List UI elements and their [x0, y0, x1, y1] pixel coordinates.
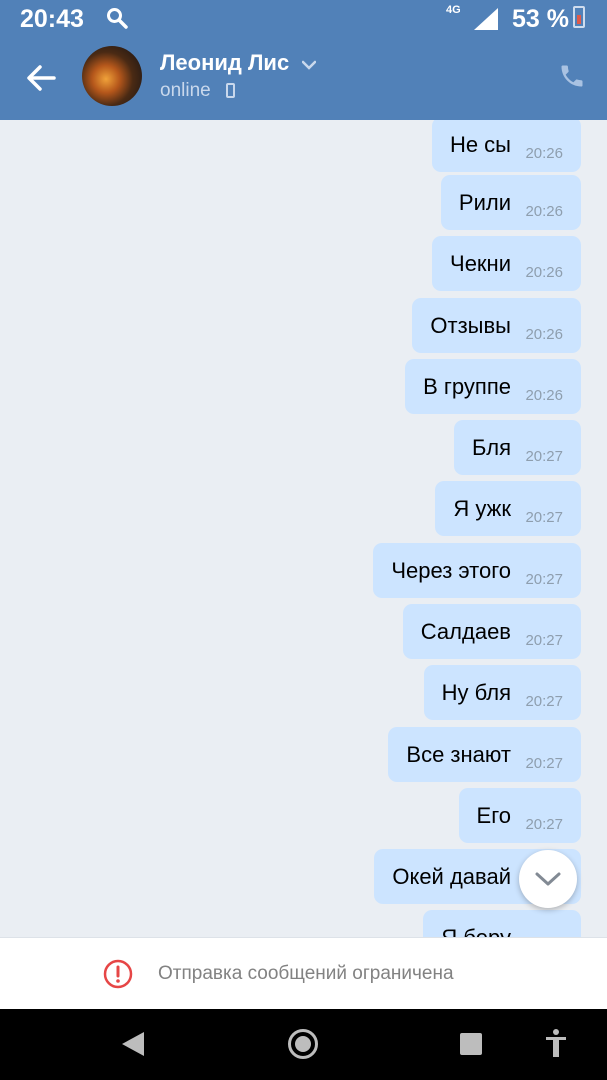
message-text: Все знают [406, 742, 511, 767]
message-text: Отзывы [430, 313, 511, 338]
message-bubble[interactable]: Бля 20:27 [454, 420, 581, 475]
avatar[interactable] [82, 46, 142, 106]
message-text: Через этого [391, 558, 511, 583]
message-bubble[interactable]: Ну бля 20:27 [423, 665, 581, 720]
message-list[interactable]: Не сы 20:26 Рили 20:26 Чекни 20:26 Отзыв… [0, 120, 607, 937]
message-bubble[interactable]: Отзывы 20:26 [412, 298, 581, 353]
message-text: Чекни [450, 251, 511, 276]
message-text: В группе [423, 374, 511, 399]
message-time: 20:26 [525, 387, 563, 404]
message-time: 20:26 [525, 145, 563, 162]
message-text: Окей давай [392, 864, 511, 889]
message-bubble[interactable]: Я ужк 20:27 [435, 481, 581, 536]
chevron-down-icon [535, 872, 561, 886]
message-text: Не сы [449, 132, 511, 157]
message-time: 20:26 [525, 326, 563, 343]
chevron-down-icon[interactable] [301, 57, 317, 75]
message-time: 20:27 [525, 816, 563, 833]
network-type: 4G [446, 4, 461, 16]
back-arrow-icon[interactable] [22, 60, 62, 96]
restriction-message: Отправка сообщений ограничена [158, 963, 454, 984]
message-time: 20:26 [525, 203, 563, 220]
nav-recents-icon[interactable] [460, 1033, 482, 1055]
message-time: 20:27 [525, 509, 563, 526]
scroll-to-bottom-button[interactable] [519, 850, 577, 908]
mobile-device-icon [226, 83, 235, 98]
phone-call-icon[interactable] [558, 62, 586, 90]
message-text: Его [476, 803, 511, 828]
message-time: 20:26 [525, 264, 563, 281]
message-text: Салдаев [420, 619, 511, 644]
system-nav-bar [0, 1009, 607, 1080]
message-bubble[interactable]: Салдаев 20:27 [402, 604, 581, 659]
accessibility-icon[interactable] [544, 1028, 568, 1063]
app-header: 20:43 4G 53 % Леонид Лис online [0, 0, 607, 120]
message-bubble[interactable]: Через этого 20:27 [373, 543, 581, 598]
message-bubble[interactable]: Я беру [423, 910, 581, 937]
signal-icon [474, 8, 498, 35]
messaging-restricted-bar: Отправка сообщений ограничена [0, 937, 607, 1009]
message-time: 20:27 [525, 571, 563, 588]
status-time: 20:43 [20, 5, 84, 33]
nav-home-icon[interactable] [288, 1029, 318, 1059]
message-text: Ну бля [441, 680, 511, 705]
message-bubble[interactable]: Его 20:27 [458, 788, 581, 843]
search-icon [106, 7, 128, 29]
message-text: Я беру [441, 910, 511, 937]
message-text: Рили [458, 190, 511, 215]
message-time: 20:27 [525, 755, 563, 772]
message-bubble[interactable]: Рили 20:26 [440, 175, 581, 230]
message-text: Бля [472, 435, 511, 460]
message-bubble[interactable]: В группе 20:26 [405, 359, 581, 414]
message-bubble[interactable]: Не сы 20:26 [431, 120, 581, 172]
online-status: online [160, 80, 211, 101]
message-bubble[interactable]: Чекни 20:26 [432, 236, 581, 291]
message-time: 20:27 [525, 632, 563, 649]
battery-icon [573, 6, 585, 28]
status-bar: 20:43 4G 53 % [0, 0, 607, 38]
alert-circle-icon [103, 959, 133, 989]
message-time: 20:27 [525, 693, 563, 710]
nav-back-icon[interactable] [122, 1032, 144, 1061]
message-time: 20:27 [525, 448, 563, 465]
battery-percent: 53 % [512, 5, 569, 33]
contact-name[interactable]: Леонид Лис [160, 50, 289, 76]
message-bubble[interactable]: Все знают 20:27 [388, 727, 581, 782]
message-text: Я ужк [453, 496, 511, 521]
